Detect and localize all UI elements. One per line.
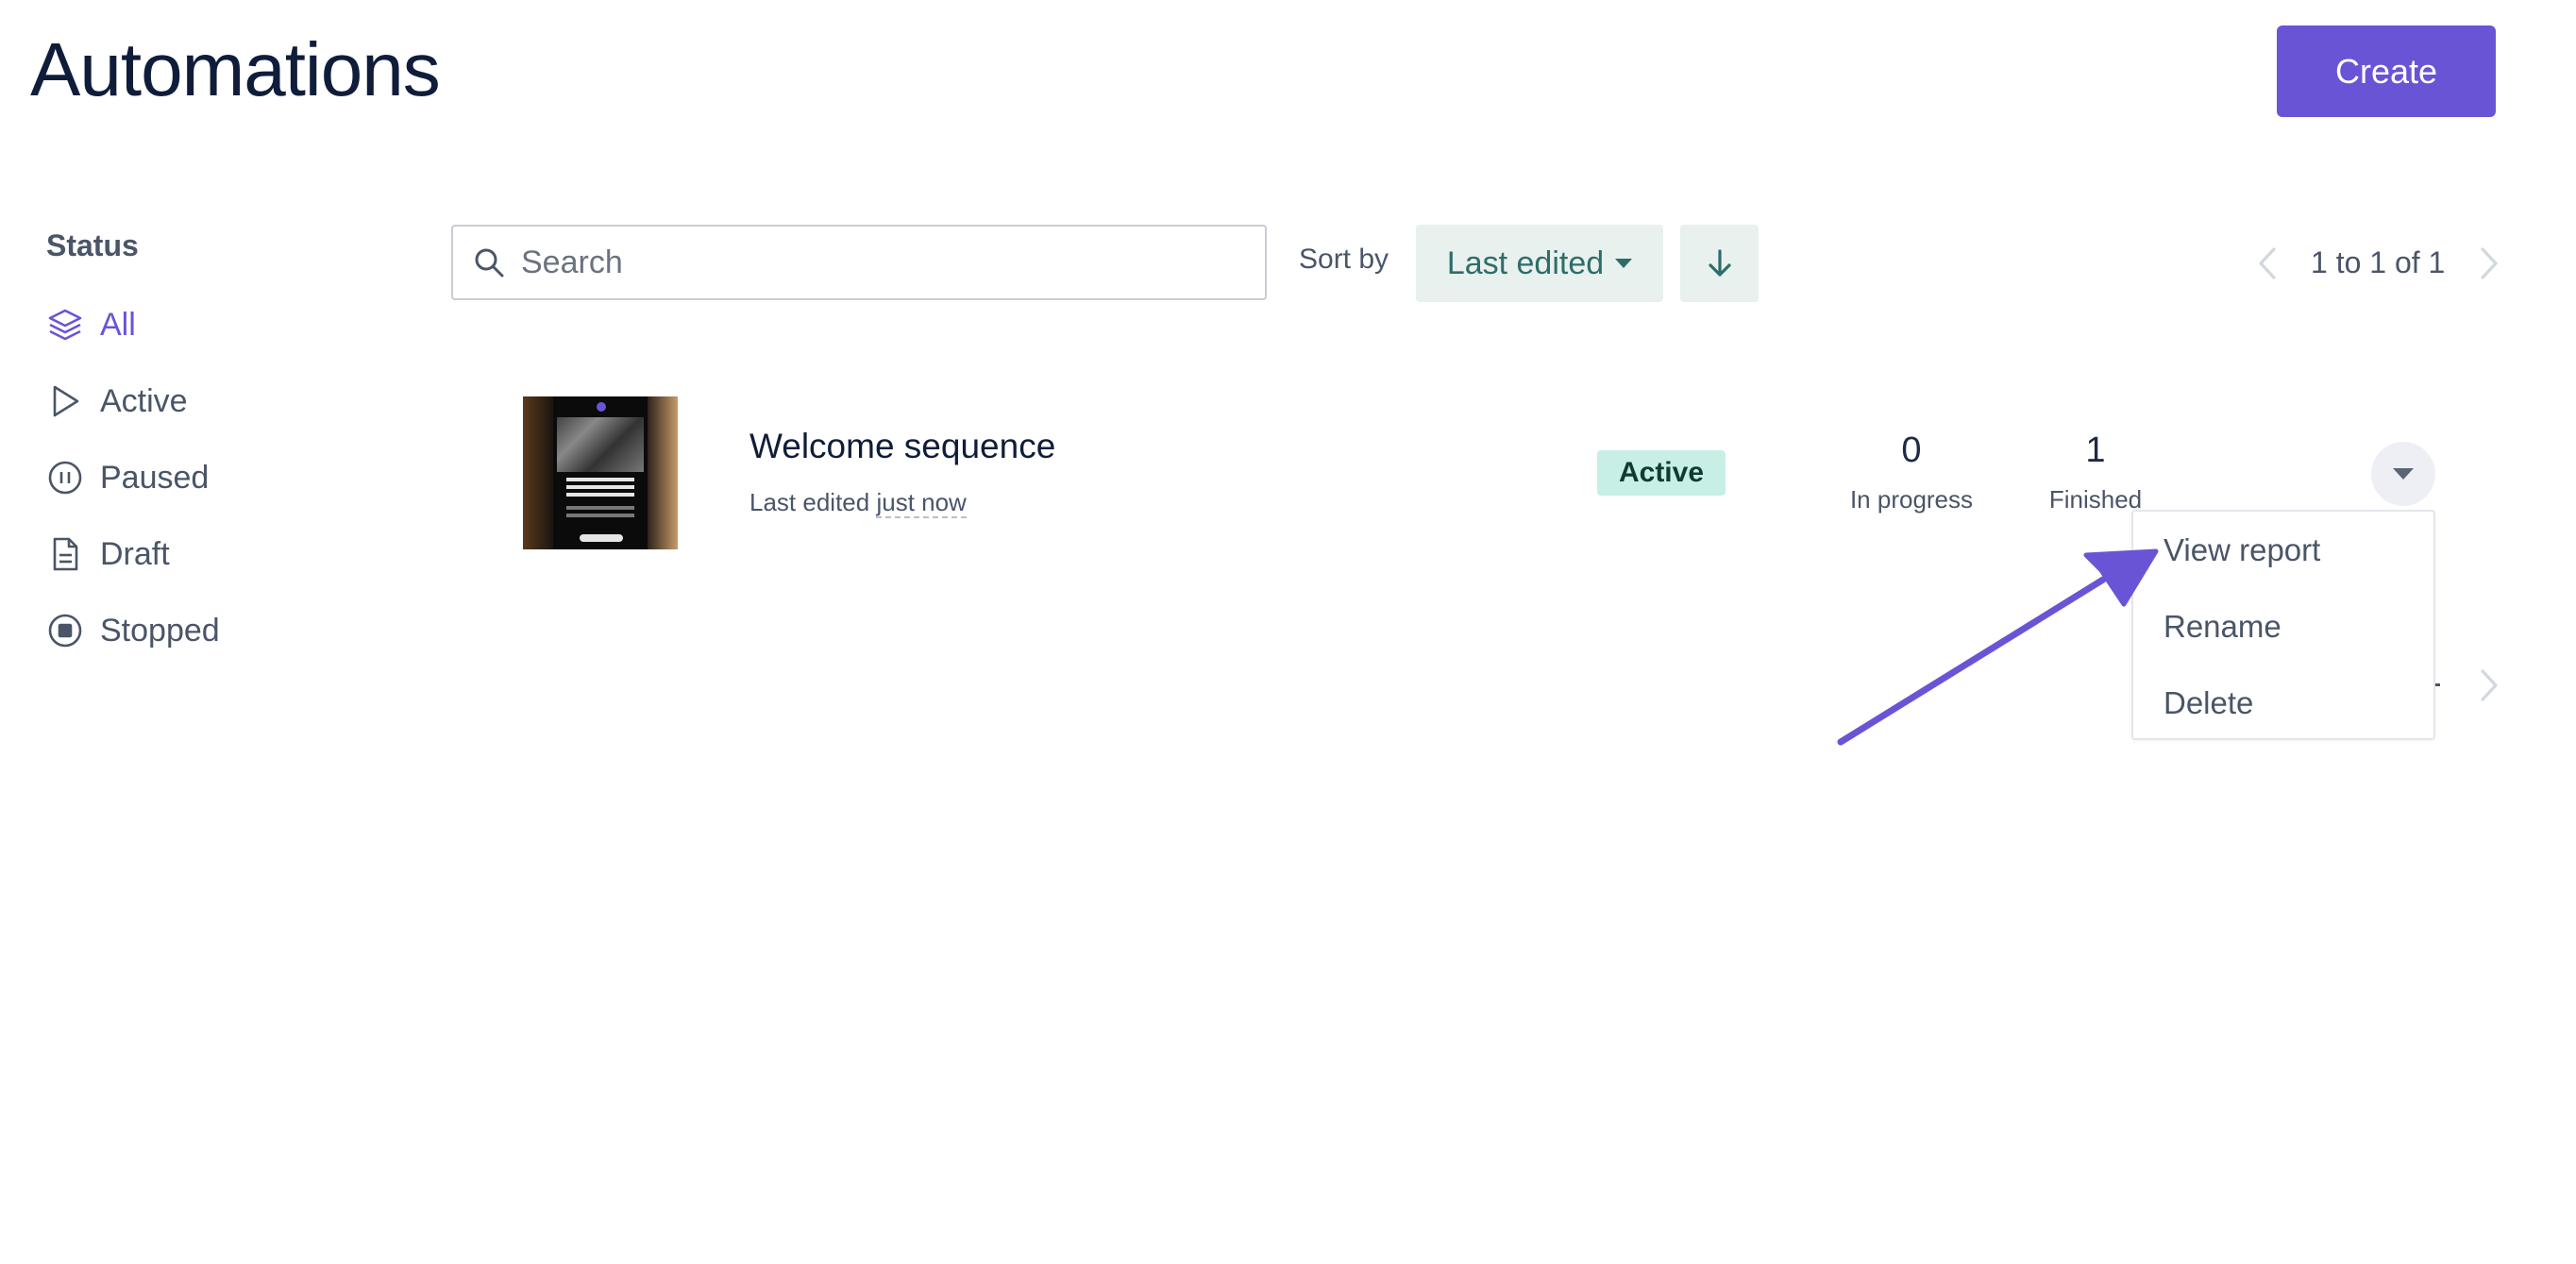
caret-down-icon (2393, 468, 2414, 480)
row-actions-menu: View report Rename Delete (2131, 510, 2435, 740)
sidebar-item-label: Active (100, 382, 188, 419)
sort-label: Sort by (1299, 244, 1389, 275)
chevron-left-icon[interactable] (2251, 244, 2283, 282)
caret-down-icon (1615, 259, 1633, 268)
layers-icon (48, 309, 82, 341)
sidebar-item-paused[interactable]: Paused (46, 451, 209, 504)
finished-count: 1 (2085, 430, 2106, 470)
last-edited: Last edited just now (749, 488, 967, 518)
menu-item-delete[interactable]: Delete (2164, 685, 2253, 721)
in-progress-label: In progress (1849, 485, 1974, 514)
menu-item-rename[interactable]: Rename (2164, 609, 2281, 645)
sidebar-item-label: Stopped (100, 612, 220, 649)
row-actions-button[interactable] (2371, 442, 2435, 506)
status-badge: Active (1597, 450, 1726, 496)
sidebar-item-active[interactable]: Active (46, 375, 188, 428)
play-icon (53, 385, 79, 417)
sidebar-item-label: All (100, 306, 136, 343)
status-heading: Status (46, 228, 139, 262)
chevron-right-icon[interactable] (2473, 666, 2505, 704)
sidebar-item-stopped[interactable]: Stopped (46, 604, 220, 657)
last-edited-value: just now (876, 488, 967, 518)
stop-icon (48, 614, 82, 648)
create-button[interactable]: Create (2277, 25, 2496, 117)
sort-direction-button[interactable] (1680, 225, 1759, 302)
sidebar-item-label: Paused (100, 459, 210, 496)
arrow-down-icon (1708, 249, 1731, 277)
sort-value: Last edited (1446, 244, 1605, 281)
chevron-right-icon[interactable] (2473, 244, 2505, 282)
pause-icon (48, 461, 82, 495)
sidebar-item-draft[interactable]: Draft (46, 528, 170, 581)
pagination-text: 1 to 1 of 1 (2311, 245, 2446, 279)
search-box[interactable] (451, 225, 1267, 300)
last-edited-prefix: Last edited (749, 488, 870, 516)
search-icon (475, 248, 504, 278)
automation-name[interactable]: Welcome sequence (749, 427, 1055, 466)
page-title: Automations (30, 27, 441, 111)
in-progress-count: 0 (1901, 430, 1922, 470)
document-icon (53, 537, 78, 571)
automation-thumbnail[interactable] (523, 396, 678, 549)
sidebar-item-all[interactable]: All (46, 298, 136, 351)
sort-select[interactable]: Last edited (1416, 225, 1663, 302)
menu-item-view-report[interactable]: View report (2164, 532, 2320, 568)
sidebar-item-label: Draft (100, 535, 170, 572)
search-input[interactable] (519, 243, 1240, 282)
